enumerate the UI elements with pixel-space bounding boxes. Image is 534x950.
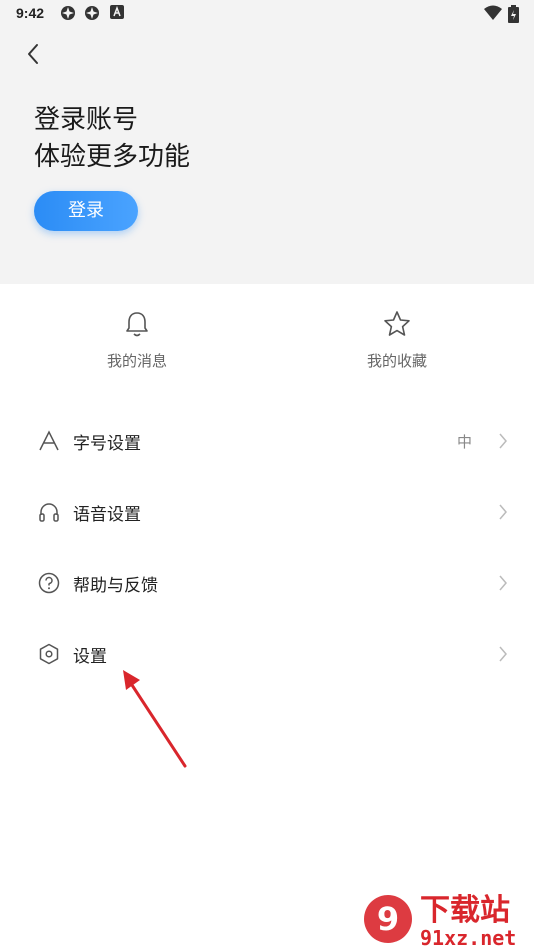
battery-icon [508,5,519,23]
menu-item-help[interactable]: 帮助与反馈 [0,553,534,613]
svg-text:9: 9 [377,900,399,938]
annotation-arrow-icon [123,670,187,768]
hexagon-settings-icon [39,643,59,665]
svg-text:下载站: 下载站 [420,893,510,928]
my-messages-label: 我的消息 [106,352,167,370]
chevron-right-icon [499,575,507,591]
a-notification-icon [110,5,124,19]
help-circle-icon [38,572,60,594]
wifi-icon [484,5,502,20]
menu-item-label: 字号设置 [73,434,141,454]
site-watermark-logo-icon: 9 下载站 91xz.net [364,893,516,950]
headphones-icon [39,503,59,522]
font-size-icon [39,430,59,451]
login-title-line2: 体验更多功能 [34,142,191,172]
font-size-value: 中 [456,433,472,451]
app-notification-icon [61,6,75,20]
my-messages-button[interactable]: 我的消息 [57,310,217,371]
chevron-right-icon [499,504,507,520]
status-bar: 9:42 [0,0,534,28]
svg-text:91xz.net: 91xz.net [420,926,516,950]
menu-item-label: 帮助与反馈 [73,576,158,596]
menu-item-voice[interactable]: 语音设置 [0,482,534,542]
chevron-right-icon [499,433,507,449]
menu-item-label: 设置 [73,647,107,667]
menu-item-label: 语音设置 [73,505,141,525]
app-notification-icon [85,6,99,20]
chevron-right-icon [499,646,507,662]
menu-item-settings[interactable]: 设置 [0,624,534,684]
my-favorites-button[interactable]: 我的收藏 [317,310,477,371]
back-arrow-icon[interactable] [20,40,50,70]
login-title-line1: 登录账号 [34,105,139,135]
my-favorites-label: 我的收藏 [366,352,427,370]
login-prompt: 登录账号 体验更多功能 [34,102,190,176]
menu-item-font-size[interactable]: 字号设置 中 [0,411,534,471]
login-header: 登录账号 体验更多功能 登录 [0,28,534,284]
bell-icon [126,312,148,337]
login-button[interactable]: 登录 [34,191,138,231]
star-icon [384,311,410,336]
status-time: 9:42 [16,5,45,21]
